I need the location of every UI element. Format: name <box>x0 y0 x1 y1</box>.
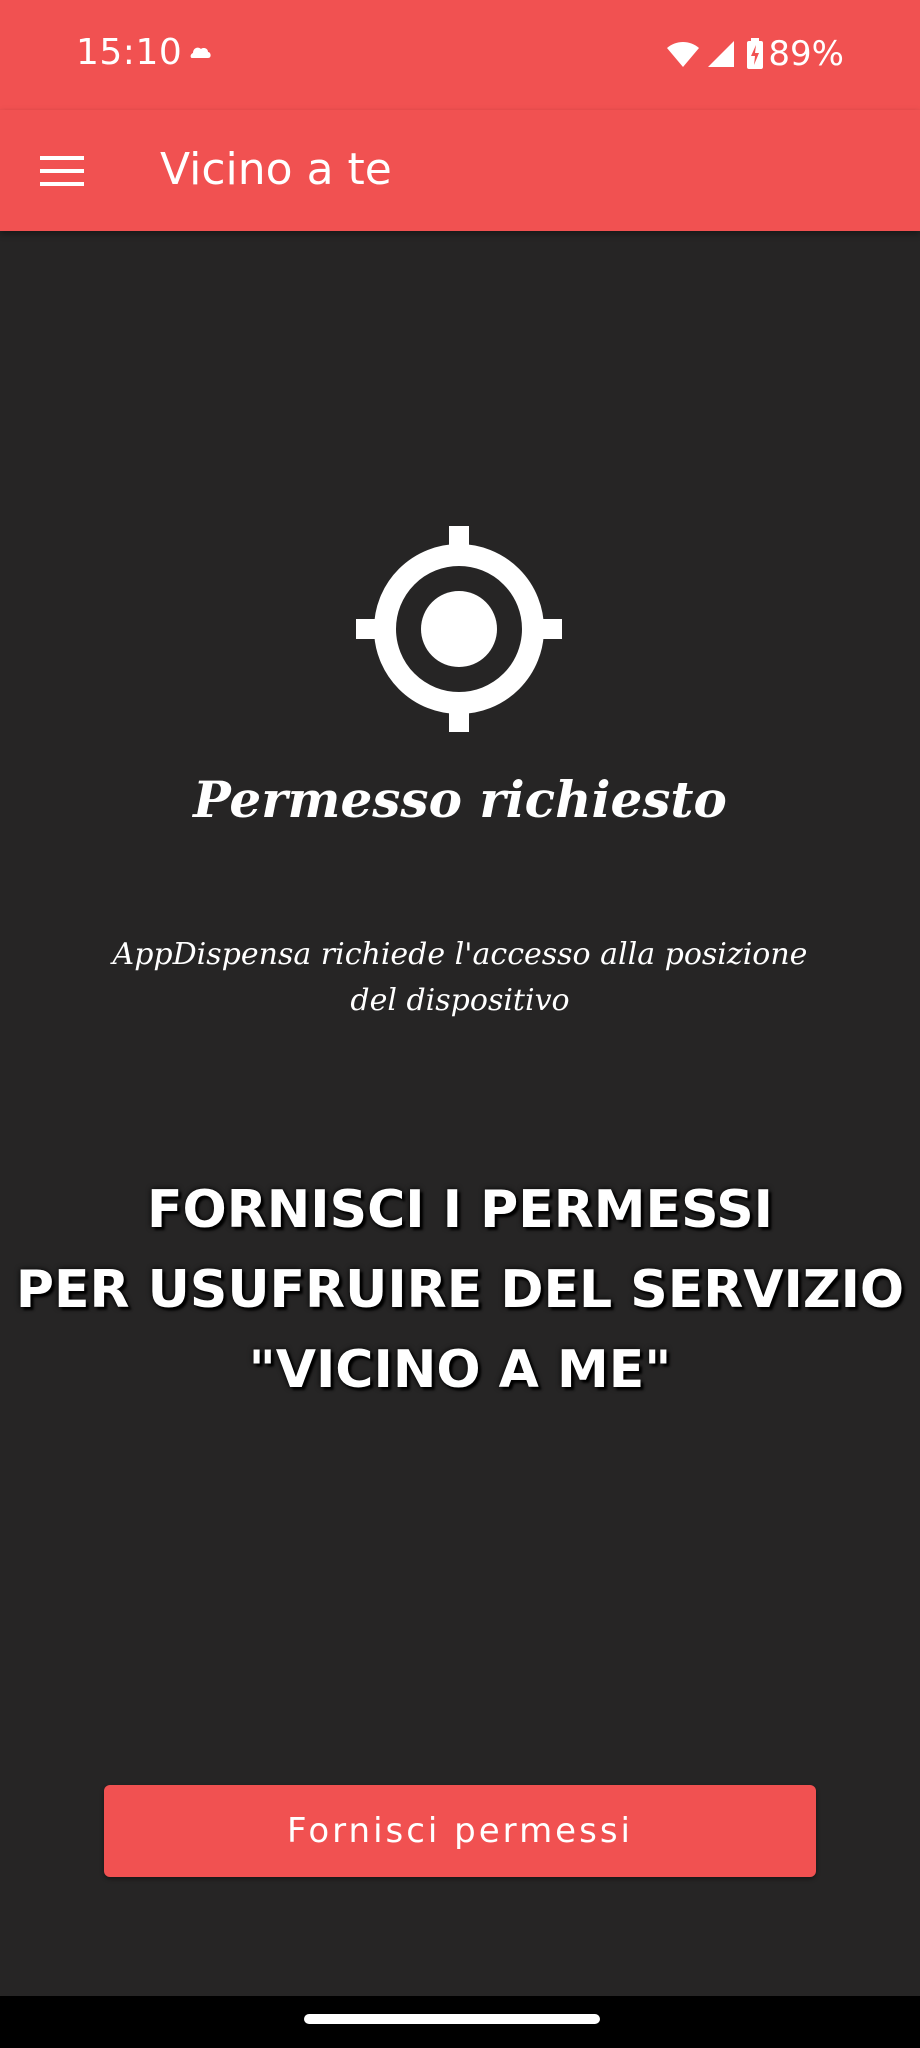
battery-charging-icon <box>747 38 764 69</box>
permission-description: AppDispensa richiede l'accesso alla posi… <box>112 937 808 1018</box>
status-icons: 89% <box>666 32 844 76</box>
home-gesture-handle[interactable] <box>304 2014 600 2024</box>
headline-line-1: FORNISCI I PERMESSI <box>146 1180 773 1240</box>
app-bar: Vicino a te <box>0 110 920 231</box>
permission-title: Permesso richiesto <box>193 770 727 829</box>
wifi-icon <box>667 42 700 67</box>
grant-permissions-button[interactable]: Fornisci permessi <box>104 1785 816 1877</box>
headline-line-2: PER USUFRUIRE DEL SERVIZIO <box>15 1260 905 1320</box>
gps-target-icon <box>356 526 562 732</box>
headline-line-3: "VICINO A ME" <box>248 1340 672 1400</box>
notification-icon <box>190 47 211 58</box>
hamburger-menu-icon[interactable] <box>40 154 84 188</box>
status-time: 15:10 <box>76 32 183 73</box>
signal-icon <box>708 41 735 67</box>
status-bar: 15:10 89% <box>0 0 920 110</box>
app-title: Vicino a te <box>160 144 392 195</box>
navigation-bar <box>0 1996 920 2048</box>
battery-percentage: 89% <box>768 34 844 74</box>
headline-message: FORNISCI I PERMESSI PER USUFRUIRE DEL SE… <box>0 1170 920 1410</box>
